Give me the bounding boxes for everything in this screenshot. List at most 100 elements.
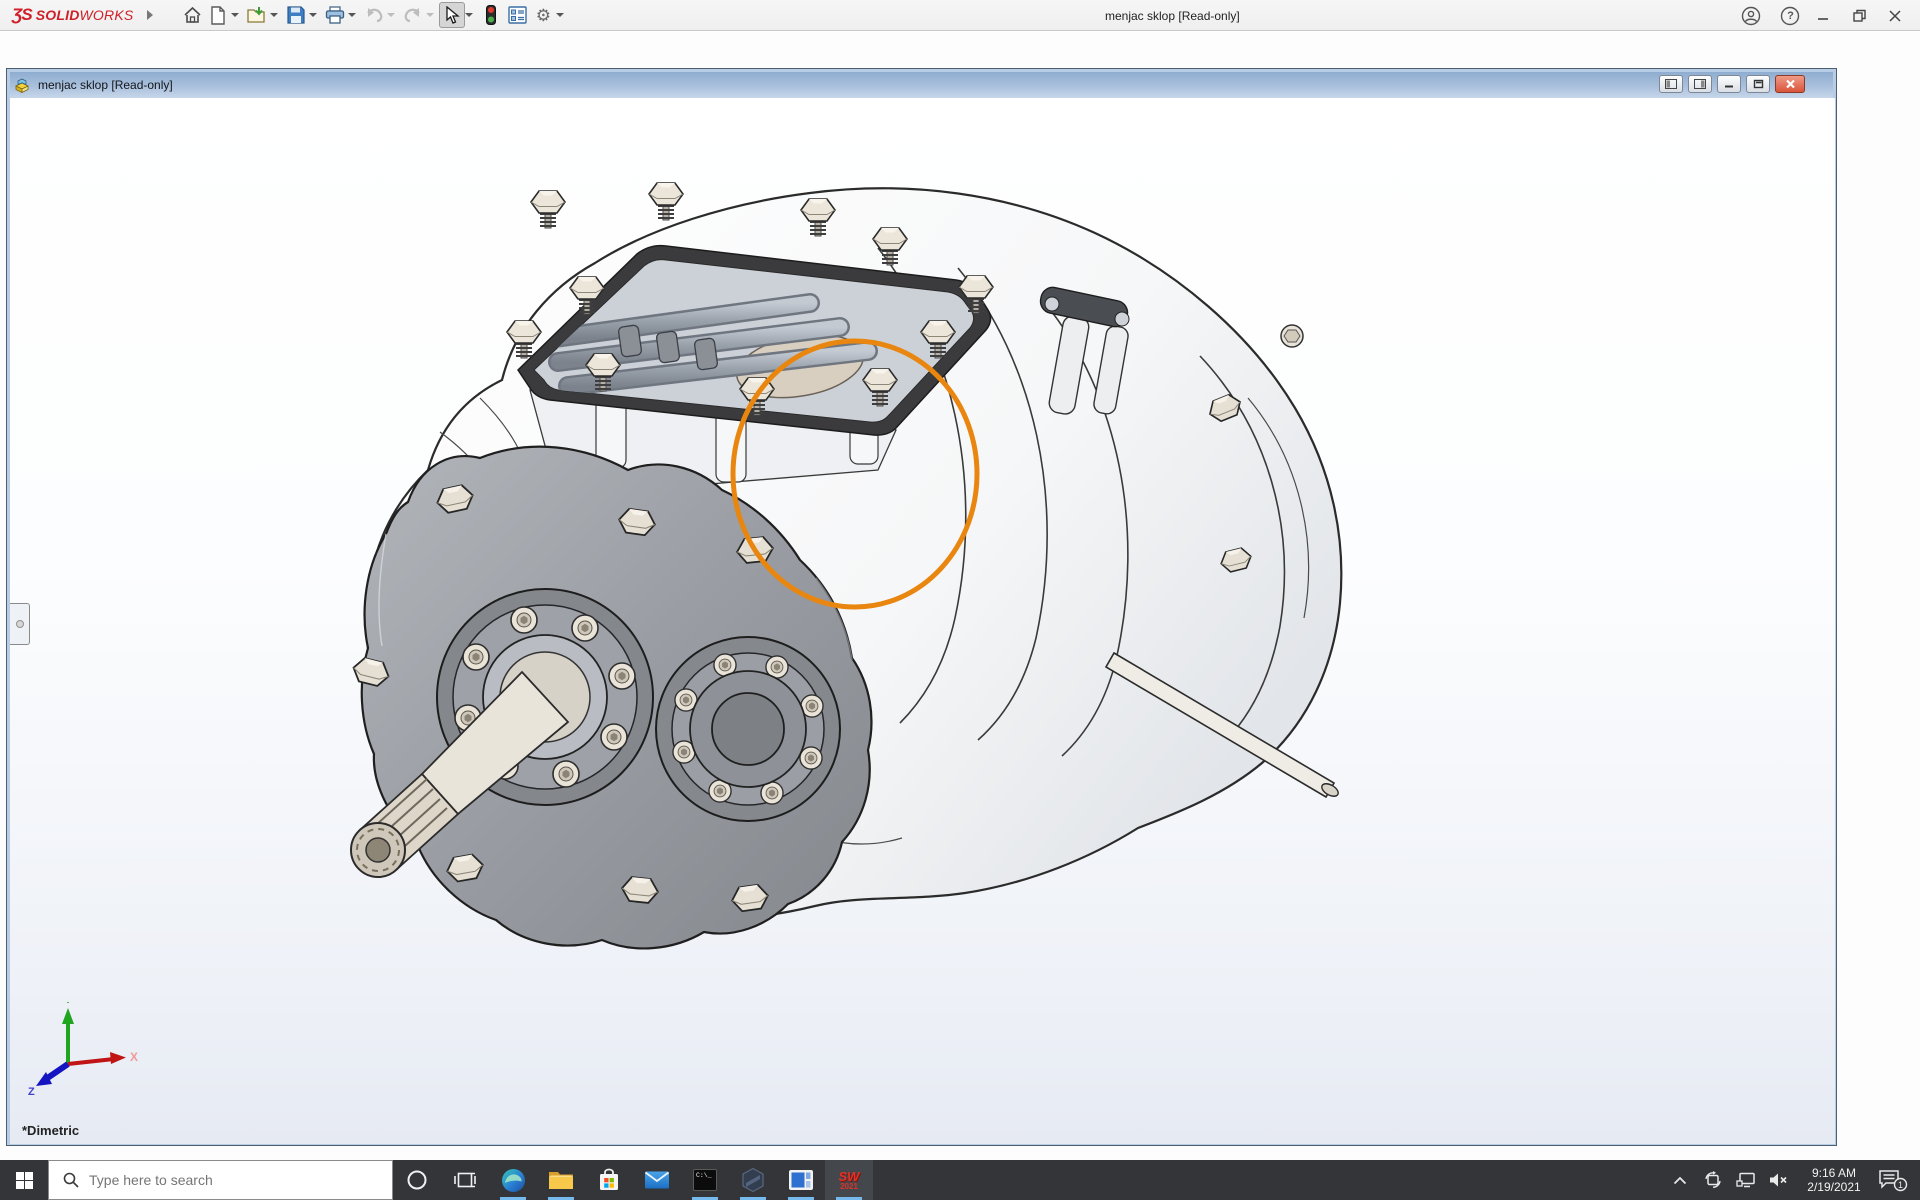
svg-text:X: X	[130, 1050, 138, 1064]
search-input[interactable]	[89, 1172, 359, 1188]
select-button[interactable]	[439, 2, 465, 28]
taskbar-app-edge[interactable]	[489, 1160, 537, 1200]
start-button[interactable]	[0, 1160, 48, 1200]
options-button[interactable]: ⚙	[530, 2, 556, 28]
taskbar-search[interactable]	[48, 1160, 393, 1200]
tray-date: 2/19/2021	[1799, 1180, 1869, 1194]
print-button[interactable]	[322, 2, 348, 28]
account-button[interactable]	[1740, 5, 1762, 27]
save-icon	[287, 6, 305, 24]
taskbar-app-media[interactable]	[777, 1160, 825, 1200]
select-dropdown[interactable]	[465, 13, 473, 17]
undo-dropdown[interactable]	[387, 13, 395, 17]
view-orientation-label: *Dimetric	[22, 1123, 79, 1138]
solidworks-taskbar-icon: SW 2021	[839, 1170, 860, 1191]
store-icon	[597, 1168, 621, 1192]
taskbar-app-hexagon[interactable]	[729, 1160, 777, 1200]
assembly-document-icon	[14, 77, 32, 93]
dock-left-icon	[1665, 79, 1677, 89]
edge-icon	[501, 1168, 526, 1193]
app-titlebar: ƷS SOLID WORKS	[0, 0, 1920, 31]
doc-minimize-icon	[1724, 79, 1734, 89]
save-button[interactable]	[283, 2, 309, 28]
redo-dropdown[interactable]	[426, 13, 434, 17]
dock-right-icon	[1694, 79, 1706, 89]
close-button[interactable]	[1884, 5, 1906, 27]
chevron-up-icon	[1673, 1176, 1687, 1185]
svg-text:Z: Z	[28, 1086, 35, 1098]
gearbox-3d-model	[10, 98, 1835, 1144]
3d-viewport[interactable]: Y X Z *Dimetric	[10, 98, 1835, 1144]
notification-badge: 1	[1898, 1180, 1903, 1190]
search-icon	[63, 1172, 79, 1188]
sync-display-icon	[1704, 1171, 1722, 1189]
rebuild-button[interactable]	[478, 2, 504, 28]
menu-flyout-arrow-icon[interactable]	[147, 10, 153, 20]
gear-icon: ⚙	[536, 7, 551, 24]
featuremanager-collapsed-tab[interactable]	[10, 603, 30, 645]
task-view-button[interactable]	[441, 1160, 489, 1200]
dock-pane-right-button[interactable]	[1688, 75, 1712, 93]
help-button[interactable]: ?	[1776, 5, 1798, 27]
new-document-button[interactable]	[205, 2, 231, 28]
home-button[interactable]	[179, 2, 205, 28]
taskbar-app-command-prompt[interactable]: C:\_	[681, 1160, 729, 1200]
doc-restore-icon	[1753, 79, 1764, 89]
print-icon	[325, 6, 345, 24]
triad-y-arrow	[62, 1008, 74, 1024]
hexagon-app-icon	[741, 1167, 765, 1193]
dock-pane-left-button[interactable]	[1659, 75, 1683, 93]
cortana-icon	[406, 1169, 428, 1191]
tray-overflow-button[interactable]	[1667, 1160, 1693, 1200]
restore-icon	[1852, 9, 1867, 23]
secondary-output-flange	[656, 637, 840, 821]
tray-time: 9:16 AM	[1799, 1166, 1869, 1180]
document-title: menjac sklop [Read-only]	[38, 78, 173, 92]
tray-volume-button[interactable]	[1766, 1160, 1792, 1200]
file-properties-button[interactable]	[504, 2, 530, 28]
orientation-triad: Y X Z	[28, 1002, 138, 1102]
undo-icon	[364, 7, 384, 23]
account-icon	[1741, 6, 1761, 26]
solidworks-logo: ƷS SOLID WORKS	[12, 5, 133, 25]
svg-text:Y: Y	[64, 1002, 72, 1006]
tray-sync-display-button[interactable]	[1700, 1160, 1726, 1200]
redo-icon	[403, 7, 423, 23]
document-close-button[interactable]	[1775, 75, 1805, 93]
tray-clock[interactable]: 9:16 AM 2/19/2021	[1799, 1166, 1869, 1194]
home-icon	[183, 6, 202, 24]
undo-button[interactable]	[361, 2, 387, 28]
document-titlebar[interactable]: menjac sklop [Read-only]	[10, 72, 1833, 98]
new-document-icon	[210, 6, 226, 25]
media-app-icon	[788, 1169, 814, 1191]
windows-taskbar: C:\_ SW 2021	[0, 1160, 1920, 1200]
options-dropdown[interactable]	[556, 13, 564, 17]
open-dropdown[interactable]	[270, 13, 278, 17]
taskbar-app-mail[interactable]	[633, 1160, 681, 1200]
taskbar-app-solidworks[interactable]: SW 2021	[825, 1160, 873, 1200]
app-window-title: menjac sklop [Read-only]	[1105, 9, 1240, 23]
doc-close-icon	[1785, 79, 1796, 89]
action-center-button[interactable]: 1	[1876, 1160, 1910, 1200]
cortana-button[interactable]	[393, 1160, 441, 1200]
minimize-icon	[1816, 9, 1830, 23]
redo-button[interactable]	[400, 2, 426, 28]
app-client-area: menjac sklop [Read-only]	[0, 32, 1920, 1160]
solidworks-logo-mark: ƷS	[12, 5, 32, 25]
tray-network-button[interactable]	[1733, 1160, 1759, 1200]
ethernet-network-icon	[1736, 1172, 1756, 1188]
taskbar-app-file-explorer[interactable]	[537, 1160, 585, 1200]
open-button[interactable]	[244, 2, 270, 28]
system-tray: 9:16 AM 2/19/2021 1	[1667, 1160, 1920, 1200]
new-document-dropdown[interactable]	[231, 13, 239, 17]
document-minimize-button[interactable]	[1717, 75, 1741, 93]
save-dropdown[interactable]	[309, 13, 317, 17]
file-explorer-icon	[548, 1169, 574, 1191]
document-restore-button[interactable]	[1746, 75, 1770, 93]
taskbar-app-store[interactable]	[585, 1160, 633, 1200]
task-view-icon	[454, 1171, 476, 1189]
volume-muted-icon	[1769, 1172, 1789, 1188]
restore-button[interactable]	[1848, 5, 1870, 27]
minimize-button[interactable]	[1812, 5, 1834, 27]
print-dropdown[interactable]	[348, 13, 356, 17]
